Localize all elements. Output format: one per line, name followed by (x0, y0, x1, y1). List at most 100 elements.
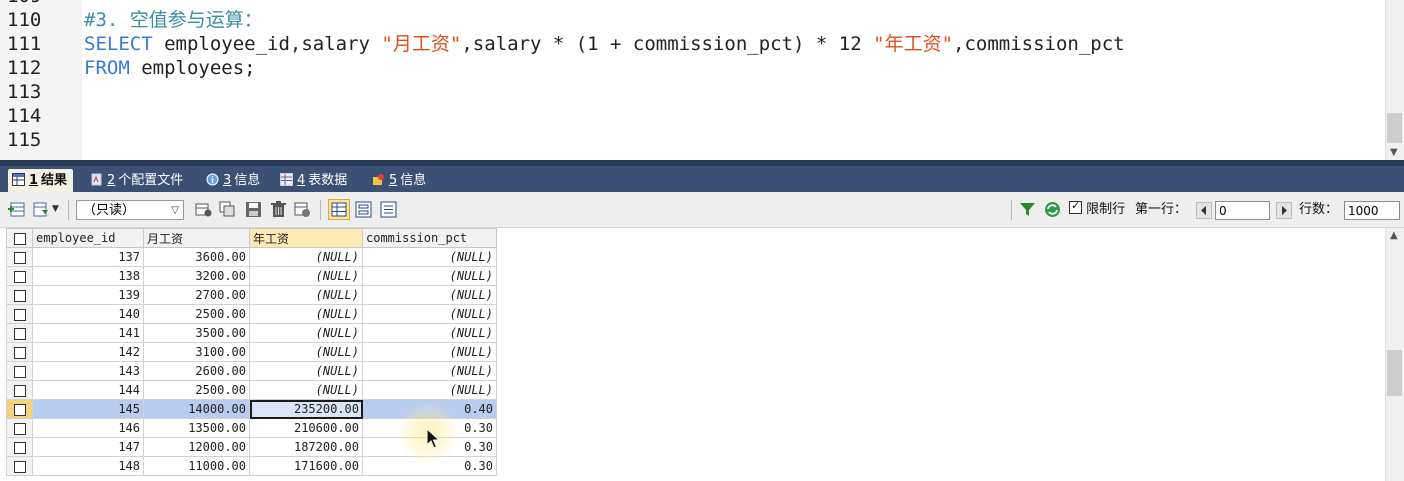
table-cell[interactable]: 235200.00 (249, 399, 363, 419)
table-cell[interactable]: 2600.00 (143, 361, 250, 381)
row-checkbox[interactable] (6, 361, 33, 381)
delete-icon[interactable] (270, 201, 287, 218)
table-cell[interactable]: (NULL) (362, 361, 497, 381)
table-row[interactable]: 138 3200.00 (NULL) (NULL) (6, 266, 497, 286)
chevron-down-icon[interactable]: ▼ (52, 204, 59, 214)
rows-count-input[interactable]: 1000 (1344, 201, 1400, 220)
scroll-thumb[interactable] (1387, 113, 1402, 143)
row-checkbox[interactable] (6, 304, 33, 324)
table-cell[interactable]: 137 (32, 247, 144, 267)
table-cell[interactable]: 13500.00 (143, 418, 250, 438)
table-row[interactable]: 139 2700.00 (NULL) (NULL) (6, 285, 497, 305)
row-checkbox[interactable] (6, 399, 33, 419)
column-header[interactable]: 年工资 (249, 228, 363, 248)
text-view-icon[interactable] (380, 201, 397, 218)
table-cell[interactable]: 187200.00 (249, 437, 363, 457)
row-checkbox[interactable] (6, 323, 33, 343)
prev-page-button[interactable] (1196, 202, 1212, 219)
table-cell[interactable]: 139 (32, 285, 144, 305)
table-cell[interactable]: (NULL) (249, 342, 363, 362)
code-area[interactable]: #3. 空值参与运算： SELECT employee_id,salary "月… (84, 8, 1384, 152)
row-checkbox[interactable] (6, 266, 33, 286)
table-cell[interactable]: (NULL) (362, 304, 497, 324)
table-cell[interactable]: 171600.00 (249, 456, 363, 476)
table-cell[interactable]: 3500.00 (143, 323, 250, 343)
table-cell[interactable]: 14000.00 (143, 399, 250, 419)
table-cell[interactable]: 142 (32, 342, 144, 362)
tab-results[interactable]: 1 结果 (8, 169, 74, 192)
refresh-icon[interactable] (1044, 201, 1061, 218)
table-cell[interactable]: 138 (32, 266, 144, 286)
table-cell[interactable]: (NULL) (249, 247, 363, 267)
column-header[interactable]: 月工资 (143, 228, 250, 248)
table-cell[interactable]: 2700.00 (143, 285, 250, 305)
table-cell[interactable]: (NULL) (362, 380, 497, 400)
insert-row-icon[interactable] (8, 201, 25, 218)
row-checkbox[interactable] (6, 247, 33, 267)
table-row[interactable]: 137 3600.00 (NULL) (NULL) (6, 247, 497, 267)
table-cell[interactable]: (NULL) (249, 323, 363, 343)
table-cell[interactable]: 141 (32, 323, 144, 343)
table-cell[interactable]: (NULL) (362, 342, 497, 362)
grid-view-icon[interactable] (328, 199, 350, 220)
table-cell[interactable]: 143 (32, 361, 144, 381)
table-cell[interactable]: (NULL) (362, 247, 497, 267)
table-row[interactable]: 140 2500.00 (NULL) (NULL) (6, 304, 497, 324)
scroll-up-arrow-icon[interactable]: ▲ (1390, 230, 1398, 241)
table-row[interactable]: 142 3100.00 (NULL) (NULL) (6, 342, 497, 362)
filter-icon[interactable] (1019, 201, 1036, 218)
column-header[interactable]: commission_pct (362, 228, 497, 248)
first-row-input[interactable]: 0 (1215, 201, 1270, 220)
row-checkbox[interactable] (6, 418, 33, 438)
select-all-checkbox[interactable] (6, 228, 33, 248)
table-cell[interactable]: 147 (32, 437, 144, 457)
row-checkbox[interactable] (6, 380, 33, 400)
table-cell[interactable]: (NULL) (362, 323, 497, 343)
tab-info-2[interactable]: 5 信息 (368, 169, 432, 192)
table-cell[interactable]: 144 (32, 380, 144, 400)
table-cell[interactable]: 146 (32, 418, 144, 438)
export-icon[interactable] (33, 201, 50, 218)
grid-scrollbar[interactable]: ▲ (1385, 228, 1404, 481)
refresh-grid-icon[interactable] (294, 201, 311, 218)
column-header[interactable]: employee_id (32, 228, 144, 248)
tab-info[interactable]: 3 信息 (202, 169, 266, 192)
scroll-thumb[interactable] (1387, 350, 1402, 396)
table-cell[interactable]: 3100.00 (143, 342, 250, 362)
table-cell[interactable]: 3600.00 (143, 247, 250, 267)
table-cell[interactable]: (NULL) (362, 285, 497, 305)
table-cell[interactable]: 11000.00 (143, 456, 250, 476)
table-cell[interactable]: 148 (32, 456, 144, 476)
row-checkbox[interactable] (6, 342, 33, 362)
table-cell[interactable]: (NULL) (249, 361, 363, 381)
row-checkbox[interactable] (6, 456, 33, 476)
table-cell[interactable]: 145 (32, 399, 144, 419)
row-checkbox[interactable] (6, 285, 33, 305)
table-cell[interactable]: 3200.00 (143, 266, 250, 286)
table-cell[interactable]: 210600.00 (249, 418, 363, 438)
editor-scrollbar[interactable]: ▼ (1385, 0, 1404, 160)
limit-rows-checkbox[interactable]: ✓ 限制行 (1069, 199, 1125, 219)
table-cell[interactable]: (NULL) (249, 380, 363, 400)
table-cell[interactable]: (NULL) (249, 285, 363, 305)
table-row[interactable]: 144 2500.00 (NULL) (NULL) (6, 380, 497, 400)
next-page-button[interactable] (1276, 202, 1292, 219)
table-cell[interactable]: (NULL) (362, 266, 497, 286)
table-cell[interactable]: 140 (32, 304, 144, 324)
table-cell[interactable]: (NULL) (249, 266, 363, 286)
sql-editor[interactable]: 109 110 111 112 113 114 115 #3. 空值参与运算： … (0, 0, 1404, 160)
table-row[interactable]: 141 3500.00 (NULL) (NULL) (6, 323, 497, 343)
scroll-down-arrow-icon[interactable]: ▼ (1390, 147, 1398, 158)
tab-table-data[interactable]: 4 表数据 (276, 169, 353, 192)
form-view-icon[interactable] (355, 201, 372, 218)
table-cell[interactable]: 12000.00 (143, 437, 250, 457)
add-row-icon[interactable] (195, 201, 212, 218)
result-mode-select[interactable]: （只读） ▽ (76, 200, 184, 220)
duplicate-row-icon[interactable] (219, 201, 236, 218)
save-icon[interactable] (245, 201, 262, 218)
table-cell[interactable]: 2500.00 (143, 304, 250, 324)
row-checkbox[interactable] (6, 437, 33, 457)
table-cell[interactable]: (NULL) (249, 304, 363, 324)
table-row[interactable]: 143 2600.00 (NULL) (NULL) (6, 361, 497, 381)
tab-profile[interactable]: 2 个配置文件 (86, 169, 189, 192)
